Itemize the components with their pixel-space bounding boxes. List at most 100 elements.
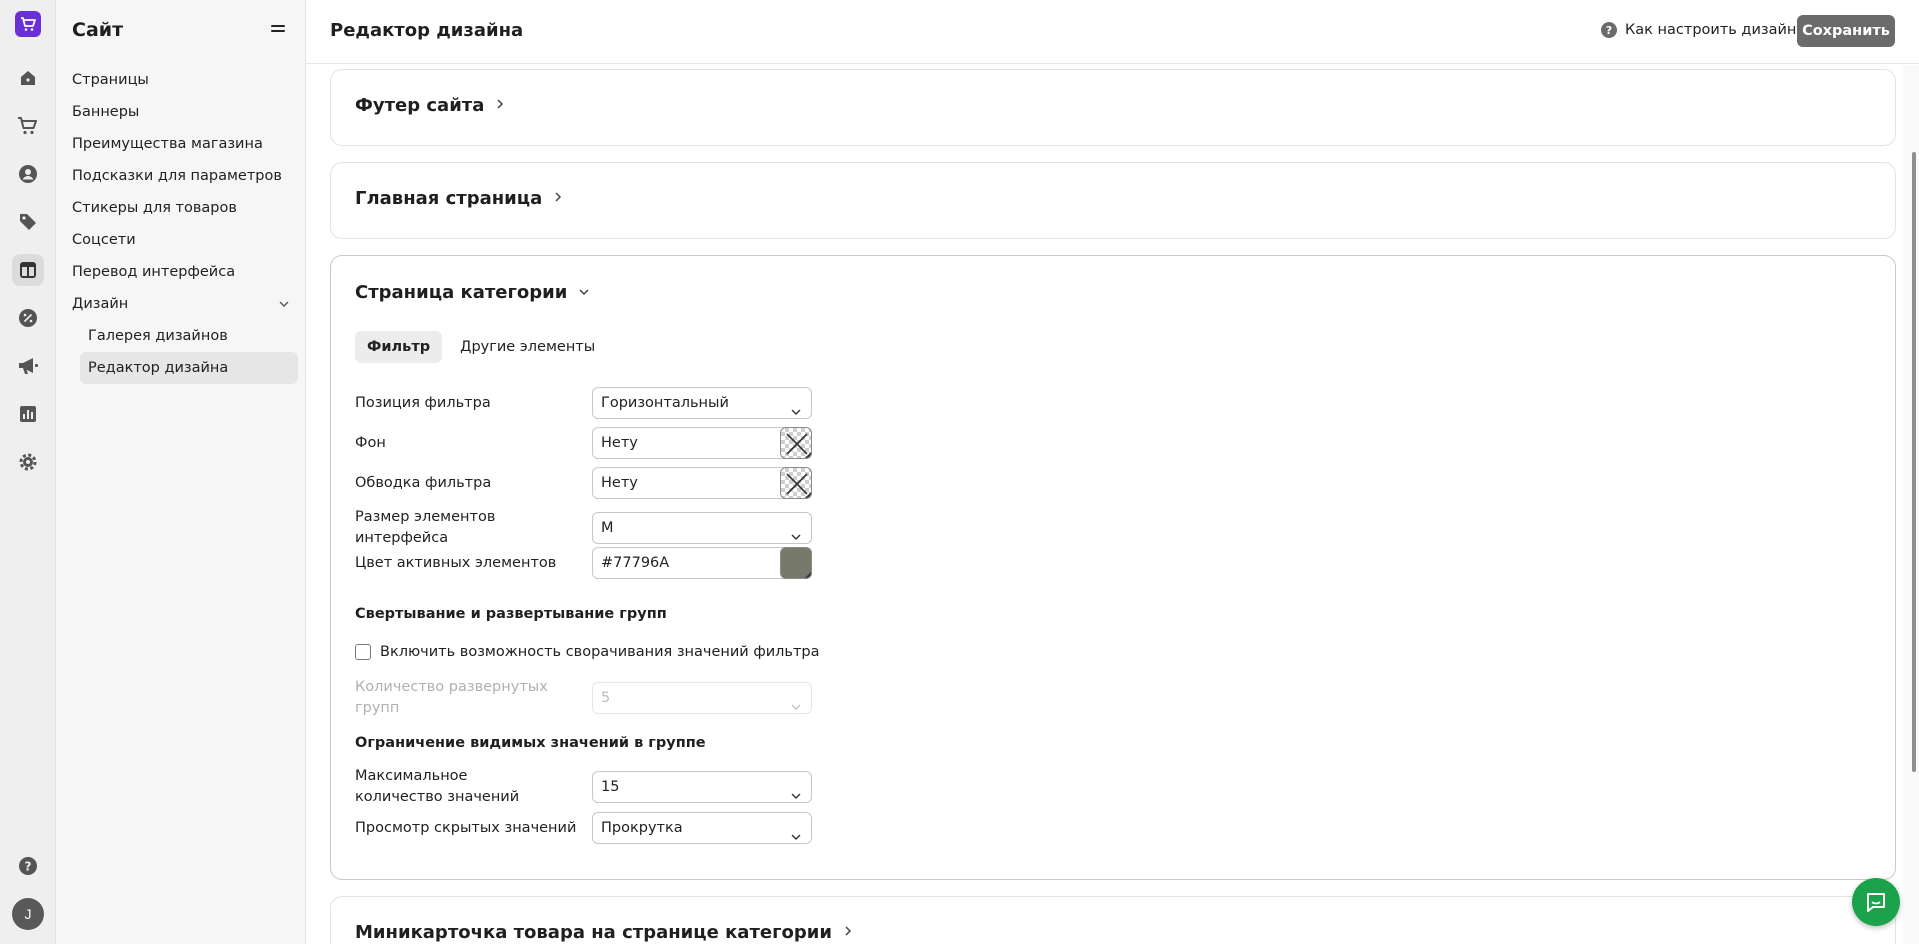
- avatar-letter: J: [24, 906, 32, 922]
- field-filter-position: Позиция фильтра Горизонтальный: [355, 387, 812, 419]
- field-max-values: Максимальное количество значений 15: [355, 766, 812, 808]
- sidebar-item-design-editor[interactable]: Редактор дизайна: [80, 352, 298, 384]
- icon-rail: ? J: [0, 0, 56, 944]
- tag-icon[interactable]: [12, 206, 44, 238]
- sidebar-item-translation[interactable]: Перевод интерфейса: [56, 256, 306, 288]
- field-hidden-values: Просмотр скрытых значений Прокрутка: [355, 812, 812, 844]
- chevron-down-icon: [790, 823, 802, 853]
- hidden-values-label: Просмотр скрытых значений: [355, 819, 577, 836]
- section-footer[interactable]: Футер сайта: [330, 69, 1896, 146]
- collapse-checkbox-label: Включить возможность сворачивания значен…: [380, 644, 820, 660]
- chevron-down-icon: [790, 398, 802, 428]
- chevron-down-icon: [278, 288, 290, 320]
- hidden-values-select[interactable]: Прокрутка: [592, 812, 812, 844]
- collapse-groups-heading: Свертывание и развертывание групп: [355, 606, 667, 622]
- background-color-input[interactable]: Нету: [592, 427, 812, 459]
- section-home-label: Главная страница: [355, 188, 543, 209]
- layout-icon[interactable]: [12, 254, 44, 286]
- help-icon[interactable]: ?: [12, 850, 44, 882]
- save-button[interactable]: Сохранить: [1797, 15, 1895, 47]
- chevron-down-icon: [790, 693, 802, 723]
- field-ui-size: Размер элементов интерфейса M: [355, 507, 812, 549]
- hidden-values-value: Прокрутка: [601, 820, 683, 836]
- sidebar-item-design[interactable]: Дизайн: [56, 288, 306, 320]
- section-minicard-title[interactable]: Миникарточка товара на странице категори…: [355, 922, 854, 943]
- section-category-title[interactable]: Страница категории: [355, 282, 591, 303]
- section-category: Страница категории Фильтр Другие элемент…: [330, 255, 1896, 880]
- sidebar-item-design-label: Дизайн: [72, 296, 129, 312]
- chat-icon: [1867, 893, 1885, 912]
- sidebar: Сайт Страницы Баннеры Преимущества магаз…: [56, 0, 306, 944]
- scrollbar-thumb[interactable]: [1912, 152, 1916, 772]
- home-icon[interactable]: [12, 62, 44, 94]
- ui-size-label: Размер элементов интерфейса: [355, 509, 496, 546]
- background-swatch[interactable]: [780, 427, 812, 459]
- background-label: Фон: [355, 434, 386, 451]
- field-background: Фон Нету: [355, 427, 812, 459]
- collapse-sidebar-icon[interactable]: [270, 22, 286, 38]
- chevron-right-icon: [494, 95, 506, 116]
- filter-position-value: Горизонтальный: [601, 395, 729, 411]
- tab-filter[interactable]: Фильтр: [355, 331, 443, 363]
- svg-text:?: ?: [25, 860, 32, 874]
- active-color-label: Цвет активных элементов: [355, 554, 557, 571]
- sidebar-item-socials[interactable]: Соцсети: [56, 224, 306, 256]
- cart-logo-icon[interactable]: [15, 11, 41, 37]
- section-minicard[interactable]: Миникарточка товара на странице категори…: [330, 896, 1896, 944]
- ui-size-select[interactable]: M: [592, 512, 812, 544]
- chart-icon[interactable]: [12, 398, 44, 430]
- expanded-groups-select: 5: [592, 682, 812, 714]
- user-icon[interactable]: [12, 158, 44, 190]
- section-footer-title[interactable]: Футер сайта: [355, 95, 506, 116]
- filter-position-label: Позиция фильтра: [355, 394, 491, 411]
- page-title: Редактор дизайна: [330, 20, 524, 41]
- discount-icon[interactable]: [12, 302, 44, 334]
- field-expanded-groups: Количество развернутых групп 5: [355, 677, 812, 719]
- section-category-label: Страница категории: [355, 282, 568, 303]
- page-header: Редактор дизайна ? Как настроить дизайн …: [306, 0, 1919, 64]
- cart-icon[interactable]: [12, 110, 44, 142]
- collapse-checkbox-row[interactable]: Включить возможность сворачивания значен…: [355, 644, 820, 660]
- background-value: Нету: [601, 435, 638, 451]
- active-color-value: #77796A: [601, 555, 670, 571]
- filter-border-color-input[interactable]: Нету: [592, 467, 812, 499]
- sidebar-nav: Страницы Баннеры Преимущества магазина П…: [56, 64, 306, 384]
- chevron-right-icon: [552, 188, 564, 209]
- avatar[interactable]: J: [12, 898, 44, 930]
- chevron-down-icon: [577, 282, 591, 303]
- max-values-value: 15: [601, 779, 620, 795]
- sidebar-item-param-hints[interactable]: Подсказки для параметров: [56, 160, 306, 192]
- filter-position-select[interactable]: Горизонтальный: [592, 387, 812, 419]
- sidebar-item-design-gallery[interactable]: Галерея дизайнов: [56, 320, 306, 352]
- help-link-label: Как настроить дизайн: [1625, 22, 1797, 38]
- help-link[interactable]: ? Как настроить дизайн: [1601, 22, 1796, 38]
- section-minicard-label: Миникарточка товара на странице категори…: [355, 922, 832, 943]
- megaphone-icon[interactable]: [12, 350, 44, 382]
- chevron-down-icon: [790, 782, 802, 812]
- sidebar-item-advantages[interactable]: Преимущества магазина: [56, 128, 306, 160]
- field-active-color: Цвет активных элементов #77796A: [355, 547, 812, 579]
- filter-border-swatch[interactable]: [780, 467, 812, 499]
- expanded-groups-value: 5: [601, 690, 611, 706]
- scrollbar-track[interactable]: [1903, 65, 1919, 944]
- section-home[interactable]: Главная страница: [330, 162, 1896, 239]
- active-color-input[interactable]: #77796A: [592, 547, 812, 579]
- chat-button[interactable]: [1852, 878, 1900, 926]
- section-footer-label: Футер сайта: [355, 95, 485, 116]
- max-values-select[interactable]: 15: [592, 771, 812, 803]
- tab-other-elements[interactable]: Другие элементы: [448, 331, 607, 363]
- section-home-title[interactable]: Главная страница: [355, 188, 564, 209]
- filter-border-label: Обводка фильтра: [355, 474, 492, 491]
- limit-values-heading: Ограничение видимых значений в группе: [355, 735, 706, 751]
- collapse-checkbox[interactable]: [355, 644, 371, 660]
- max-values-label: Максимальное количество значений: [355, 768, 520, 805]
- main-content: Футер сайта Главная страница Страница ка…: [306, 65, 1919, 944]
- gear-icon[interactable]: [12, 446, 44, 478]
- ui-size-value: M: [601, 520, 614, 536]
- sidebar-title: Сайт: [72, 19, 124, 41]
- category-tabs: Фильтр Другие элементы: [355, 331, 607, 363]
- sidebar-item-pages[interactable]: Страницы: [56, 64, 306, 96]
- sidebar-item-banners[interactable]: Баннеры: [56, 96, 306, 128]
- active-color-swatch[interactable]: [780, 547, 812, 579]
- sidebar-item-stickers[interactable]: Стикеры для товаров: [56, 192, 306, 224]
